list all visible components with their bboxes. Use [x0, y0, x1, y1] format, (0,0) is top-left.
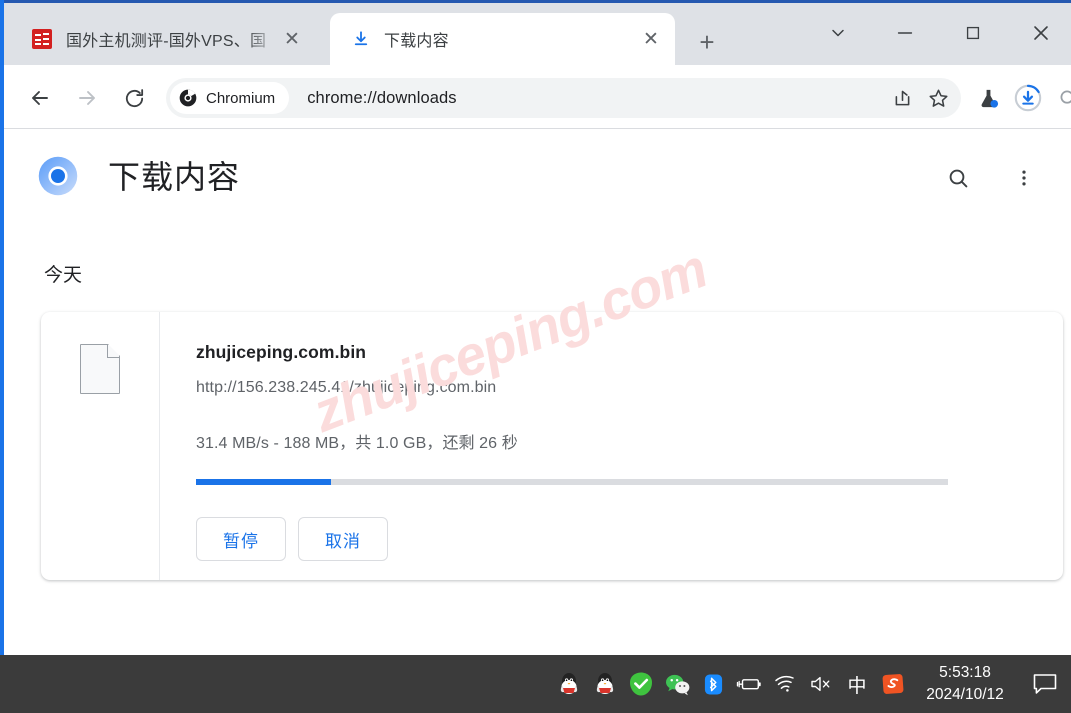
downloads-page-header: 下载内容 — [4, 130, 1071, 220]
tab-inactive-hosting-review[interactable]: 国外主机测评-国外VPS、国 ✕ — [16, 13, 316, 65]
chromium-logo — [37, 155, 79, 197]
battery-charging-icon[interactable] — [731, 655, 767, 713]
windows-taskbar: 中 5:53:18 2024/10/12 — [0, 655, 1071, 713]
chromium-chip-label: Chromium — [206, 89, 276, 107]
security-check-icon[interactable] — [623, 655, 659, 713]
red-seal-favicon — [32, 29, 52, 49]
download-status-text: 31.4 MB/s - 188 MB，共 1.0 GB，还剩 26 秒 — [196, 435, 518, 452]
clock-time: 5:53:18 — [939, 663, 991, 681]
tab-title: 下载内容 — [384, 33, 449, 50]
volume-muted-icon[interactable] — [803, 655, 839, 713]
pause-button[interactable]: 暂停 — [196, 517, 286, 561]
back-button[interactable] — [20, 78, 60, 118]
download-item-card[interactable]: zhujiceping.com.bin http://156.238.245.4… — [41, 312, 1063, 580]
sogou-icon[interactable] — [875, 655, 911, 713]
wechat-icon[interactable] — [659, 655, 695, 713]
bluetooth-icon[interactable] — [695, 655, 731, 713]
tab-close-button[interactable]: ✕ — [278, 25, 306, 53]
chromium-chip-icon — [179, 89, 197, 107]
address-bar-url: chrome://downloads — [307, 88, 457, 107]
tab-active-downloads[interactable]: 下载内容 ✕ — [330, 13, 675, 65]
day-group-label: 今天 — [44, 265, 83, 286]
notification-icon[interactable] — [1019, 655, 1071, 713]
share-icon[interactable] — [885, 81, 919, 115]
download-icon — [352, 30, 370, 48]
wifi-icon[interactable] — [767, 655, 803, 713]
search-icon[interactable] — [1048, 78, 1071, 118]
forward-button[interactable] — [67, 78, 107, 118]
tab-strip: 国外主机测评-国外VPS、国 ✕ 下载内容 ✕ + — [4, 3, 1071, 65]
page-title: 下载内容 — [108, 159, 241, 195]
page-search-icon[interactable] — [938, 158, 978, 198]
reload-button[interactable] — [114, 78, 154, 118]
toolbar-right-actions — [968, 78, 1071, 118]
download-actions: 暂停 取消 — [196, 517, 1063, 561]
tab-close-button[interactable]: ✕ — [637, 25, 665, 53]
system-tray: 中 5:53:18 2024/10/12 — [551, 655, 1071, 713]
taskbar-clock[interactable]: 5:53:18 2024/10/12 — [911, 655, 1019, 713]
cancel-button[interactable]: 取消 — [298, 517, 388, 561]
download-source-url: http://156.238.245.41/zhujiceping.com.bi… — [196, 379, 497, 396]
qq-icon-2[interactable] — [587, 655, 623, 713]
star-icon[interactable] — [921, 81, 955, 115]
download-progress-icon[interactable] — [1008, 78, 1048, 118]
download-item-body: zhujiceping.com.bin http://156.238.245.4… — [160, 312, 1063, 580]
chromium-chip[interactable]: Chromium — [170, 82, 290, 114]
qq-icon-1[interactable] — [551, 655, 587, 713]
download-file-icon-column — [41, 312, 160, 580]
downloads-page: 下载内容 今天 zhujiceping.com.bin http://156.2… — [4, 130, 1071, 655]
download-filename[interactable]: zhujiceping.com.bin — [196, 342, 1063, 363]
page-menu-icon[interactable] — [1004, 158, 1044, 198]
clock-date: 2024/10/12 — [926, 686, 1004, 703]
ime-chinese-icon[interactable]: 中 — [839, 655, 875, 713]
browser-window: 国外主机测评-国外VPS、国 ✕ 下载内容 ✕ + Chromium chrom… — [0, 0, 1071, 713]
generic-file-icon — [80, 343, 121, 394]
download-progress-bar — [196, 479, 948, 485]
tab-search-button[interactable] — [808, 9, 868, 57]
maximize-button[interactable] — [943, 9, 1003, 57]
new-tab-button[interactable]: + — [690, 25, 724, 59]
tab-title: 国外主机测评-国外VPS、国 — [66, 33, 267, 50]
address-bar[interactable]: Chromium chrome://downloads — [166, 78, 961, 118]
minimize-button[interactable] — [875, 9, 935, 57]
ime-label: 中 — [847, 675, 867, 697]
download-progress-fill — [196, 479, 332, 485]
flask-icon[interactable] — [968, 78, 1008, 118]
close-button[interactable] — [1011, 9, 1071, 57]
